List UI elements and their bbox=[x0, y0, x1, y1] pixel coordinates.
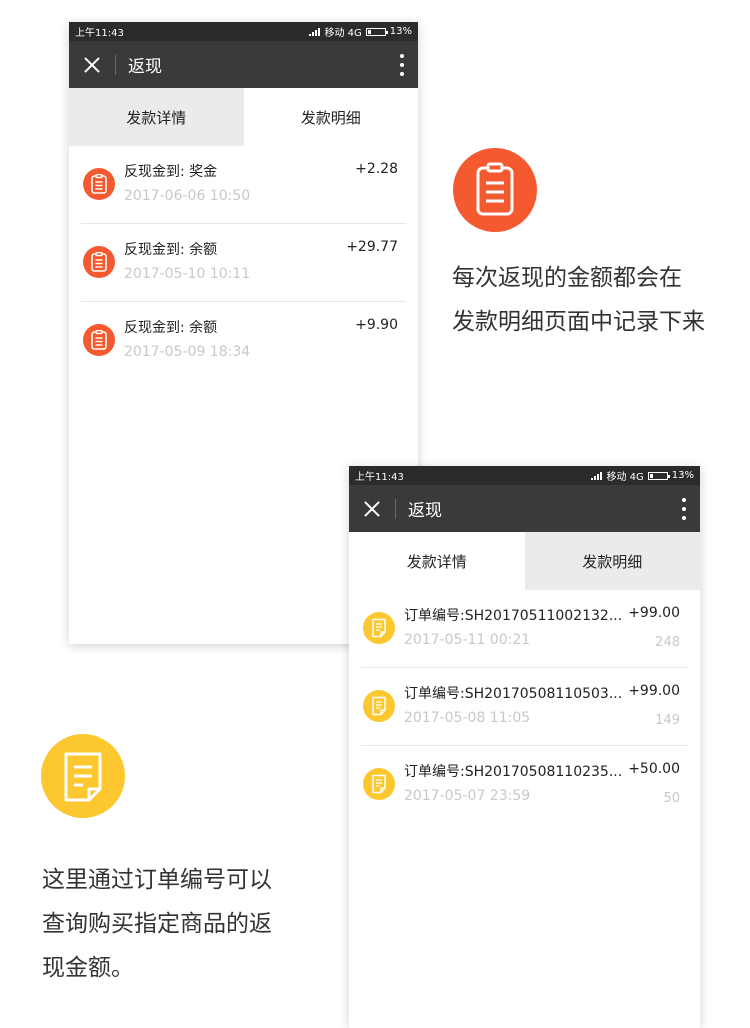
tab-payout-list[interactable]: 发款明细 bbox=[524, 532, 700, 590]
page-title: 返现 bbox=[128, 57, 162, 77]
item-amount: +99.00 bbox=[628, 605, 680, 621]
clipboard-icon bbox=[83, 324, 115, 356]
document-icon bbox=[363, 690, 395, 722]
caption-line: 发款明细页面中记录下来 bbox=[452, 309, 705, 335]
status-time: 上午11:43 bbox=[355, 472, 404, 483]
item-time: 2017-05-08 11:05 bbox=[404, 710, 531, 726]
more-vertical-icon[interactable] bbox=[682, 498, 686, 520]
document-icon bbox=[41, 734, 125, 818]
item-time: 2017-05-09 18:34 bbox=[124, 344, 251, 360]
item-amount: +2.28 bbox=[355, 161, 398, 177]
list-item[interactable]: 订单编号:SH20170508110503... 2017-05-08 11:0… bbox=[349, 668, 700, 746]
title-bar: 返现 bbox=[349, 485, 700, 532]
close-icon[interactable] bbox=[82, 55, 102, 75]
clipboard-icon bbox=[83, 246, 115, 278]
list-item[interactable]: 反现金到: 余额 2017-05-09 18:34 +9.90 bbox=[69, 302, 418, 380]
tab-bar: 发款详情 发款明细 bbox=[349, 532, 700, 590]
caption-payout-list: 每次返现的金额都会在 发款明细页面中记录下来 bbox=[452, 256, 705, 344]
battery-icon bbox=[365, 27, 388, 36]
list-item[interactable]: 反现金到: 奖金 2017-06-06 10:50 +2.28 bbox=[69, 146, 418, 224]
clipboard-icon bbox=[83, 168, 115, 200]
item-count: 248 bbox=[655, 635, 680, 650]
item-title: 订单编号:SH20170511002132... bbox=[404, 608, 623, 624]
item-title: 订单编号:SH20170508110503... bbox=[404, 686, 623, 702]
caption-line: 这里通过订单编号可以 bbox=[42, 867, 272, 893]
signal-icon bbox=[591, 471, 603, 480]
status-bar: 上午11:43 移动 4G 13% bbox=[69, 22, 418, 41]
list-item[interactable]: 反现金到: 余额 2017-05-10 10:11 +29.77 bbox=[69, 224, 418, 302]
battery-icon bbox=[647, 471, 670, 480]
item-title: 反现金到: 奖金 bbox=[124, 164, 218, 180]
status-battery: 13% bbox=[389, 26, 412, 37]
caption-line: 现金额。 bbox=[42, 955, 134, 981]
tab-payout-details[interactable]: 发款详情 bbox=[349, 532, 525, 590]
status-time: 上午11:43 bbox=[75, 28, 124, 39]
status-carrier: 移动 4G bbox=[324, 28, 362, 39]
item-title: 订单编号:SH20170508110235... bbox=[404, 764, 623, 780]
caption-line: 查询购买指定商品的返 bbox=[42, 911, 272, 937]
tab-payout-list[interactable]: 发款明细 bbox=[244, 88, 419, 146]
tab-payout-details[interactable]: 发款详情 bbox=[69, 88, 244, 146]
page-title: 返现 bbox=[408, 501, 442, 521]
order-list: 订单编号:SH20170511002132... 2017-05-11 00:2… bbox=[349, 590, 700, 824]
payout-list: 反现金到: 奖金 2017-06-06 10:50 +2.28 反现金到: 余额… bbox=[69, 146, 418, 380]
more-vertical-icon[interactable] bbox=[400, 54, 404, 76]
status-carrier: 移动 4G bbox=[606, 472, 644, 483]
title-bar: 返现 bbox=[69, 41, 418, 88]
status-battery: 13% bbox=[671, 470, 694, 481]
item-count: 50 bbox=[663, 791, 680, 806]
item-time: 2017-06-06 10:50 bbox=[124, 188, 251, 204]
close-icon[interactable] bbox=[362, 499, 382, 519]
document-icon bbox=[363, 768, 395, 800]
item-time: 2017-05-07 23:59 bbox=[404, 788, 531, 804]
title-divider bbox=[395, 498, 396, 519]
clipboard-icon bbox=[453, 148, 537, 232]
item-count: 149 bbox=[655, 713, 680, 728]
item-amount: +50.00 bbox=[628, 761, 680, 777]
status-bar: 上午11:43 移动 4G 13% bbox=[349, 466, 700, 485]
item-amount: +99.00 bbox=[628, 683, 680, 699]
item-amount: +9.90 bbox=[355, 317, 398, 333]
item-amount: +29.77 bbox=[346, 239, 398, 255]
tab-bar: 发款详情 发款明细 bbox=[69, 88, 418, 146]
list-item[interactable]: 订单编号:SH20170511002132... 2017-05-11 00:2… bbox=[349, 590, 700, 668]
item-title: 反现金到: 余额 bbox=[124, 320, 218, 336]
item-time: 2017-05-11 00:21 bbox=[404, 632, 531, 648]
caption-order-number: 这里通过订单编号可以 查询购买指定商品的返 现金额。 bbox=[42, 858, 272, 990]
item-title: 反现金到: 余额 bbox=[124, 242, 218, 258]
signal-icon bbox=[309, 27, 321, 36]
item-time: 2017-05-10 10:11 bbox=[124, 266, 251, 282]
list-item[interactable]: 订单编号:SH20170508110235... 2017-05-07 23:5… bbox=[349, 746, 700, 824]
caption-line: 每次返现的金额都会在 bbox=[452, 265, 682, 291]
phone-screenshot-cashback-orders: 上午11:43 移动 4G 13% 返现 发款详情 发款明细 订单编号:SH20… bbox=[349, 466, 700, 1028]
title-divider bbox=[115, 54, 116, 75]
document-icon bbox=[363, 612, 395, 644]
